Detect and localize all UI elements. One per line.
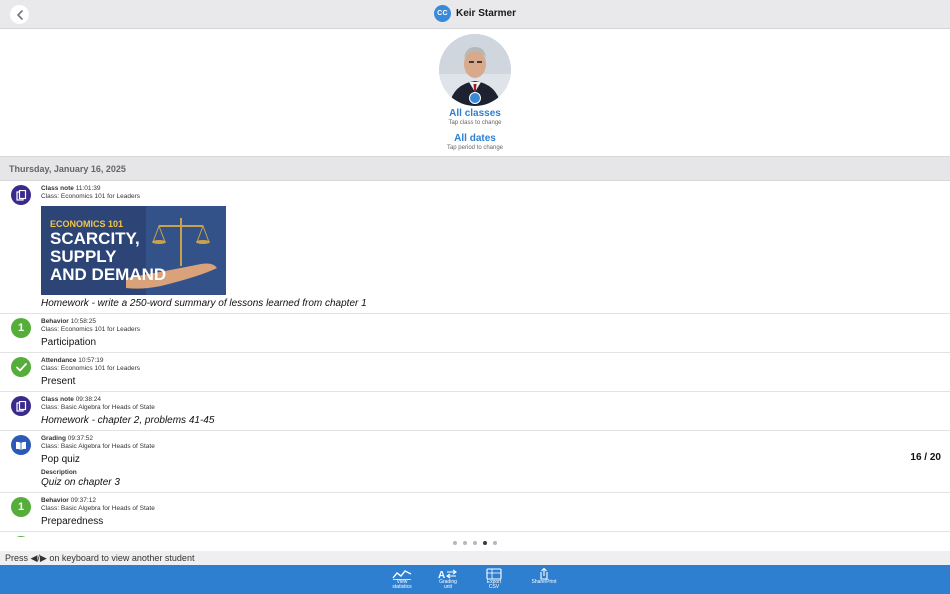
entry-text: Homework - write a 250-word summary of l… [41,298,367,309]
list-item[interactable]: Grading 09:37:52 Class: Basic Algebra fo… [0,431,950,493]
date-filter[interactable]: All dates Tap period to change [0,133,950,151]
student-profile-header: All classes Tap class to change All date… [0,29,950,156]
entry-class: Class: Economics 101 for Leaders [41,365,140,372]
export-csv-label: Export CSV [486,579,502,590]
entry-text: Homework - chapter 2, problems 41-45 [41,415,215,426]
entry-text: Present [41,376,76,387]
entry-type: Class note [41,396,74,403]
image-text-line1: ECONOMICS 101 [50,219,124,229]
list-item[interactable]: Class note 09:38:24 Class: Basic Algebra… [0,392,950,431]
behavior-points-icon: 1 [11,497,31,517]
entry-class: Class: Economics 101 for Leaders [41,193,140,200]
page-dot[interactable] [453,541,457,545]
date-section-header: Thursday, January 16, 2025 [0,156,950,181]
entry-text: Preparedness [41,516,104,527]
note-image[interactable]: ECONOMICS 101 SCARCITY, SUPPLY AND DEMAN… [41,206,226,295]
class-filter-hint: Tap class to change [448,120,502,126]
image-text-line3: SUPPLY [50,247,117,266]
status-icon [11,536,31,537]
entry-time: 10:58:25 [70,318,96,325]
entry-class: Class: Economics 101 for Leaders [41,326,140,333]
description-text: Quiz on chapter 3 [41,477,120,488]
list-item[interactable]: Attendance 10:57:19 Class: Economics 101… [0,353,950,392]
keyboard-hint-bar: Press ◀/▶ on keyboard to view another st… [0,551,950,565]
share-print-label: Share/Print [531,579,557,585]
entry-text: Participation [41,337,97,348]
page-dot[interactable] [463,541,467,545]
list-item[interactable] [0,532,950,537]
page-dot[interactable] [473,541,477,545]
entry-type: Behavior [41,318,69,325]
page-dot-active[interactable] [483,541,487,545]
bottom-toolbar: View statistics A Grading unit Export CS… [0,565,950,594]
behavior-points-icon: 1 [11,318,31,338]
entry-time: 09:37:12 [70,497,96,504]
list-item[interactable]: Class note 11:01:39 Class: Economics 101… [0,181,950,314]
date-section-label: Thursday, January 16, 2025 [9,164,126,174]
entry-time: 11:01:39 [75,185,101,192]
view-statistics-button[interactable]: View statistics [386,565,418,594]
student-avatar-badge[interactable]: CC [433,5,451,22]
grading-unit-label: Grading unit [439,579,457,590]
date-filter-hint: Tap period to change [446,145,504,151]
date-filter-value[interactable]: All dates [0,133,950,144]
description-label: Description [41,469,77,476]
class-filter[interactable]: All classes Tap class to change [0,108,950,126]
keyboard-hint: Press ◀/▶ on keyboard to view another st… [5,553,195,563]
entry-class: Class: Basic Algebra for Heads of State [41,443,155,450]
entry-time: 09:38:24 [75,396,101,403]
class-filter-value[interactable]: All classes [0,108,950,119]
entry-time: 10:57:19 [78,357,104,364]
entry-text: Pop quiz [41,454,80,465]
share-print-button[interactable]: Share/Print [524,565,564,594]
export-csv-button[interactable]: Export CSV [478,565,510,594]
entry-type: Class note [41,185,74,192]
student-name-title: Keir Starmer [455,8,517,19]
notes-icon [11,185,31,205]
entry-time: 09:37:52 [67,435,94,442]
camera-badge-icon[interactable] [469,92,481,104]
list-item[interactable]: 1 Behavior 09:37:12 Class: Basic Algebra… [0,493,950,532]
image-text-line4: AND DEMAND [50,265,167,284]
entry-type: Attendance [41,357,77,364]
navigation-bar: CC Keir Starmer [0,0,950,29]
view-statistics-label: View statistics [392,579,412,590]
notes-icon [11,396,31,416]
book-icon [11,435,31,455]
page-indicator[interactable] [0,541,950,545]
grading-unit-button[interactable]: A Grading unit [432,565,464,594]
list-item[interactable]: 1 Behavior 10:58:25 Class: Economics 101… [0,314,950,353]
page-dot[interactable] [493,541,497,545]
entry-class: Class: Basic Algebra for Heads of State [41,404,155,411]
image-text-line2: SCARCITY, [50,229,140,248]
entry-type: Behavior [41,497,69,504]
entry-class: Class: Basic Algebra for Heads of State [41,505,155,512]
checkmark-icon [11,357,31,377]
entry-type: Grading [41,435,66,442]
grade-score: 16 / 20 [910,452,941,463]
entries-list[interactable]: Class note 11:01:39 Class: Economics 101… [0,181,950,537]
